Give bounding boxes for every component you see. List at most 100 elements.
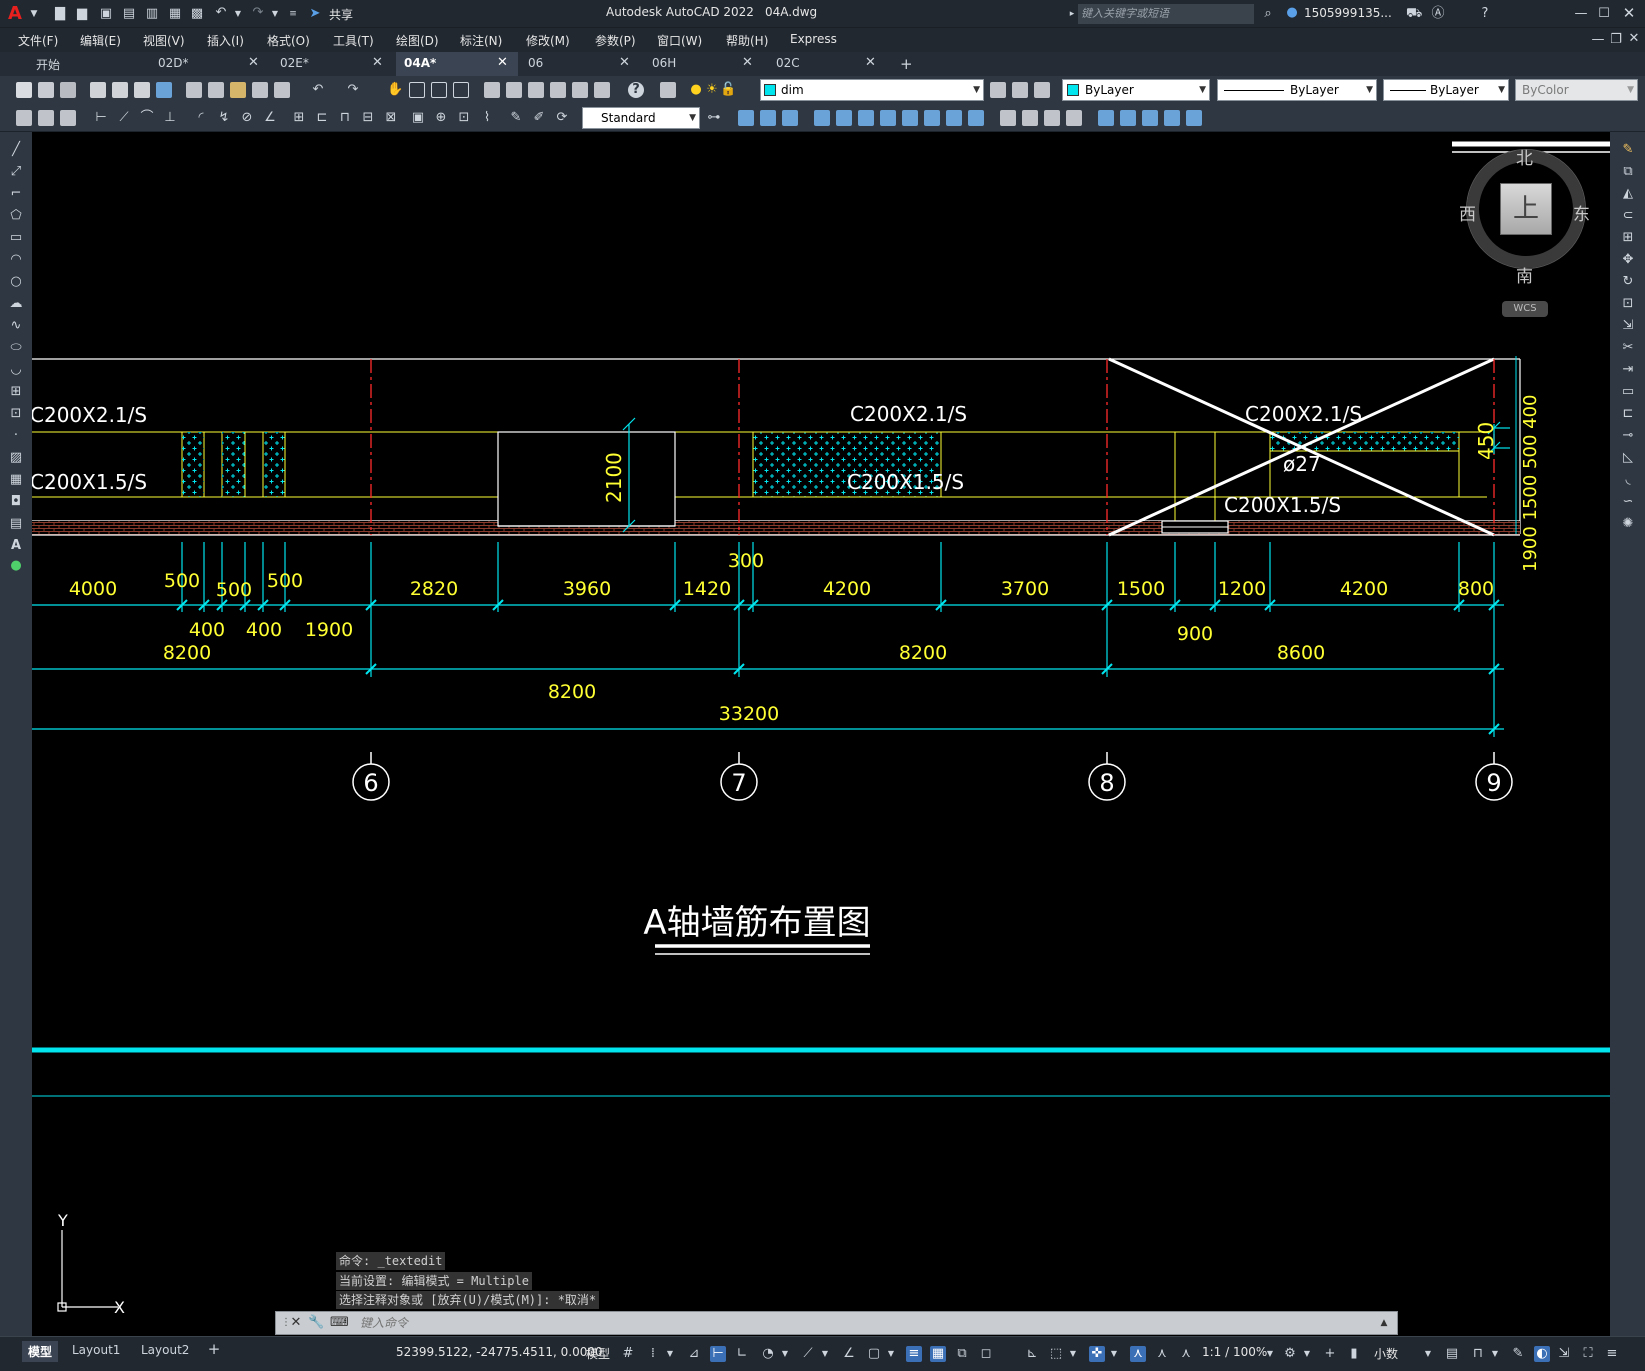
wcs-menu[interactable]: WCS	[1502, 301, 1548, 317]
snap-dropdown-icon[interactable]: ▼	[662, 1346, 678, 1362]
lineweight-display-icon[interactable]: ≡	[906, 1346, 922, 1362]
workspace-dropdown-icon[interactable]: ▼	[1299, 1346, 1315, 1362]
3d-rotate-icon[interactable]	[836, 110, 852, 126]
3d-osnap-icon[interactable]: ◻	[978, 1346, 994, 1362]
insert-block-icon[interactable]: ⊞	[8, 384, 24, 400]
new-drawing-icon[interactable]	[16, 82, 32, 98]
extend-icon[interactable]: ⇥	[1620, 362, 1636, 378]
hardware-acceleration-icon[interactable]: ◐	[1534, 1346, 1550, 1362]
app-logo[interactable]: A	[8, 3, 22, 24]
save-icon[interactable]: ▣	[98, 6, 114, 22]
web-save-icon[interactable]: ▥	[144, 6, 160, 22]
scale-icon[interactable]: ⊡	[1620, 296, 1636, 312]
user-icon[interactable]: ●	[1284, 5, 1300, 21]
dim-jogged-icon[interactable]: ↯	[216, 110, 232, 126]
menu-edit[interactable]: 编辑(E)	[80, 32, 121, 49]
extrude-icon[interactable]	[1000, 110, 1016, 126]
menu-parametric[interactable]: 参数(P)	[595, 32, 636, 49]
units-dropdown-icon[interactable]: ▼	[1420, 1346, 1436, 1362]
doc-minimize-icon[interactable]: —	[1590, 32, 1606, 48]
table-icon[interactable]: ▤	[8, 516, 24, 532]
slice-icon[interactable]	[1120, 110, 1136, 126]
hatch-icon[interactable]: ▨	[8, 450, 24, 466]
selection-filter-dropdown-icon[interactable]: ▼	[1065, 1346, 1081, 1362]
share-button[interactable]: 共享	[329, 6, 353, 23]
dim-aligned-tool-icon[interactable]: ⟋	[116, 110, 132, 126]
menu-modify[interactable]: 修改(M)	[526, 32, 570, 49]
new-tab-icon[interactable]: +	[900, 55, 913, 73]
line-icon[interactable]: ╱	[8, 142, 24, 158]
viewcube-west[interactable]: 西	[1459, 200, 1476, 225]
redo-dropdown-icon[interactable]: ▼	[267, 6, 283, 22]
quick-dim-icon[interactable]: ⊞	[291, 110, 307, 126]
doc-close-icon[interactable]: ✕	[1626, 31, 1642, 47]
3d-wedge-icon[interactable]	[760, 110, 776, 126]
polar-tracking-icon[interactable]: ◔	[760, 1346, 776, 1362]
polar-dropdown-icon[interactable]: ▼	[777, 1346, 793, 1362]
units-icon[interactable]: ▮	[1346, 1346, 1362, 1362]
dim-aligned-icon[interactable]	[38, 110, 54, 126]
stretch-icon[interactable]: ⇲	[1620, 318, 1636, 334]
clean-screen-icon[interactable]: ⇲	[1556, 1346, 1572, 1362]
drawing-canvas[interactable]: C200X2.1/S C200X1.5/S C200X2.1/S C200X1.…	[32, 132, 1610, 1336]
viewcube-north[interactable]: 北	[1516, 144, 1533, 169]
break-at-point-icon[interactable]: ▭	[1620, 384, 1636, 400]
paste-icon[interactable]	[230, 82, 246, 98]
tab-02d-close-icon[interactable]: ✕	[248, 55, 259, 70]
ortho-icon[interactable]: ∟	[734, 1346, 750, 1362]
text-style-dropdown[interactable]: Standard ▼	[582, 107, 700, 129]
undo-icon[interactable]: ↶	[213, 5, 229, 21]
erase-icon[interactable]: ✎	[1620, 142, 1636, 158]
annotation-visibility-icon[interactable]: ⋏	[1130, 1346, 1146, 1362]
3d-box-icon[interactable]	[738, 110, 754, 126]
auto-scale-icon[interactable]: ⋏	[1154, 1346, 1170, 1362]
viewcube-top-face[interactable]: 上	[1500, 183, 1552, 235]
layout-tab-layout1[interactable]: Layout1	[72, 1343, 120, 1357]
layer-previous-icon[interactable]	[1012, 82, 1028, 98]
command-customize-icon[interactable]: 🔧	[308, 1315, 324, 1331]
zoom-window-icon[interactable]	[431, 82, 447, 98]
union-icon[interactable]	[924, 110, 940, 126]
snap-icon[interactable]: ⁞	[645, 1346, 661, 1362]
separate-icon[interactable]	[1186, 110, 1202, 126]
rectangle-icon[interactable]: ▭	[8, 230, 24, 246]
object-snap-icon[interactable]: ▢	[866, 1346, 882, 1362]
make-current-layer-icon[interactable]	[990, 82, 1006, 98]
subtract-icon[interactable]	[946, 110, 962, 126]
gizmo-icon[interactable]: ✜	[1089, 1346, 1105, 1362]
customization-icon[interactable]: ≡	[1604, 1346, 1620, 1362]
3d-align-icon[interactable]	[858, 110, 874, 126]
scale-dropdown-icon[interactable]: ▼	[1262, 1346, 1278, 1362]
blend-curves-icon[interactable]: ∽	[1620, 494, 1636, 510]
dim-edit-icon[interactable]: ✎	[508, 110, 524, 126]
toolbar-undo-icon[interactable]: ↶	[310, 82, 326, 98]
dim-break-icon[interactable]: ⊠	[383, 110, 399, 126]
workspace-gear-icon[interactable]: ⚙	[1282, 1346, 1298, 1362]
menu-file[interactable]: 文件(F)	[18, 32, 58, 49]
model-space-toggle[interactable]: 模型	[586, 1345, 610, 1362]
point-icon[interactable]: ·	[8, 428, 24, 444]
layer-lock-icon[interactable]: 🔓	[720, 82, 736, 98]
close-icon[interactable]: ✕	[1621, 5, 1637, 21]
redo-icon[interactable]: ↷	[250, 5, 266, 21]
customize-qat-icon[interactable]: ≡	[285, 6, 301, 22]
dim-baseline-icon[interactable]: ⊏	[314, 110, 330, 126]
center-mark-icon[interactable]: ⊕	[433, 110, 449, 126]
inspection-icon[interactable]: ⊡	[456, 110, 472, 126]
fillet-icon[interactable]: ◟	[1620, 472, 1636, 488]
toolbar-help-icon[interactable]: ?	[628, 82, 644, 98]
publish-drawing-icon[interactable]	[134, 82, 150, 98]
minimize-icon[interactable]: —	[1573, 6, 1589, 22]
dim-text-edit-icon[interactable]: ✐	[531, 110, 547, 126]
dim-radius-icon[interactable]: ◜	[193, 110, 209, 126]
dim-update-icon[interactable]: ⟳	[554, 110, 570, 126]
menu-window[interactable]: 窗口(W)	[657, 32, 702, 49]
multiline-text-icon[interactable]: A	[8, 538, 24, 554]
menu-view[interactable]: 视图(V)	[143, 32, 185, 49]
dim-ordinate-icon[interactable]: ⊥	[162, 110, 178, 126]
ellipse-arc-icon[interactable]: ◡	[8, 362, 24, 378]
3d-array-icon[interactable]	[902, 110, 918, 126]
intersect-icon[interactable]	[968, 110, 984, 126]
save-as-icon[interactable]: ▤	[121, 6, 137, 22]
infer-constraints-icon[interactable]: ⊿	[686, 1346, 702, 1362]
